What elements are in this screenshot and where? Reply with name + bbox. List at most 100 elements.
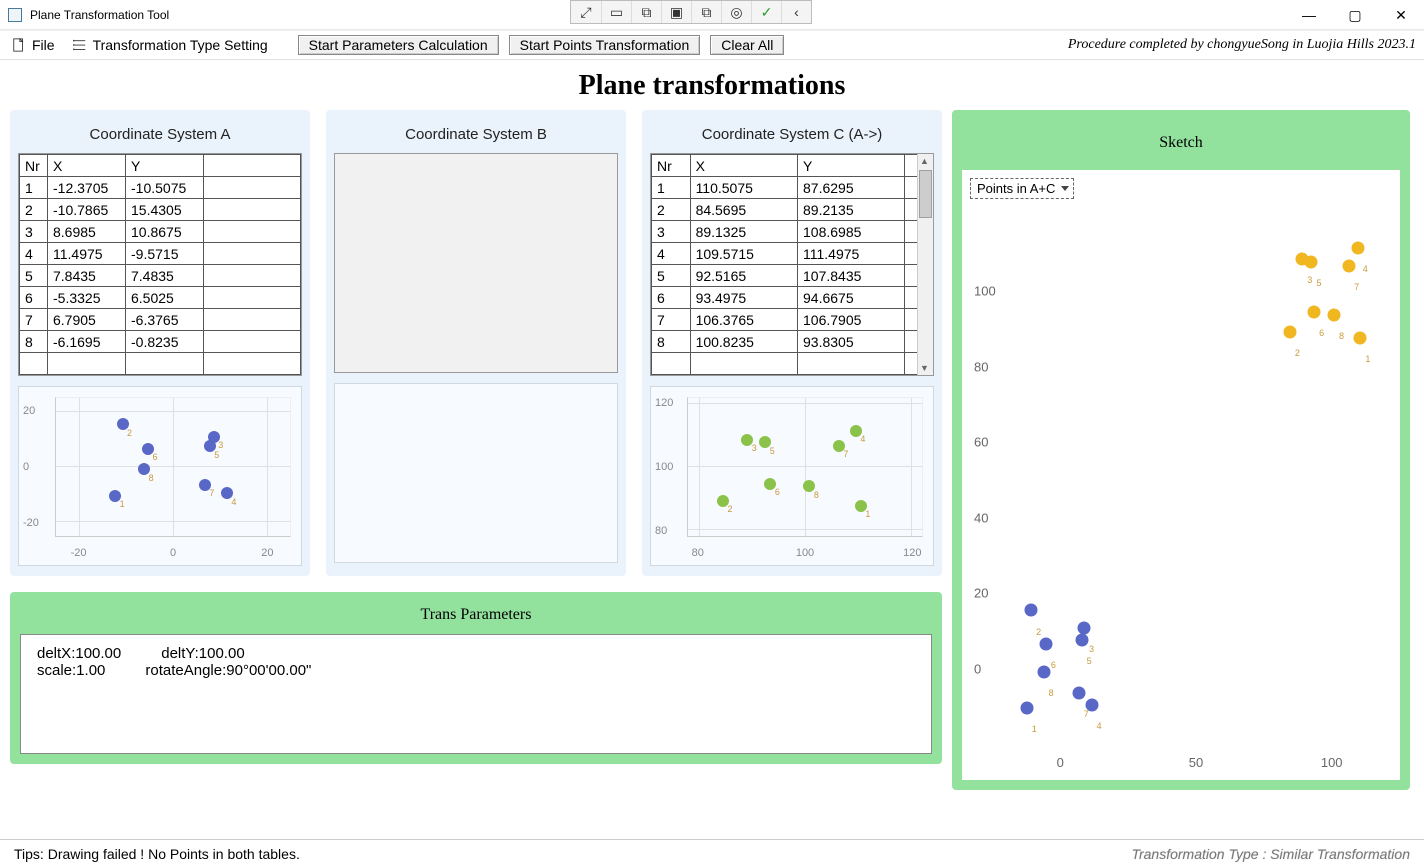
th-x: X <box>690 155 797 177</box>
file-icon <box>12 38 26 52</box>
th-nr: Nr <box>20 155 48 177</box>
table-row[interactable]: 1-12.3705-10.5075 <box>20 177 301 199</box>
cell-nr: 1 <box>20 177 48 199</box>
ide-overlay-toolbar: ⤢ ▭ ⧉ ▣ ⧉ ◎ ✓ ‹ <box>570 0 812 24</box>
table-row[interactable]: 2-10.786515.4305 <box>20 199 301 221</box>
minimize-button[interactable]: — <box>1286 0 1332 30</box>
data-point <box>1351 242 1364 255</box>
table-row-blank[interactable] <box>20 353 301 375</box>
sketch-dropdown[interactable]: Points in A+C <box>970 178 1074 199</box>
cell-y: 111.4975 <box>798 243 905 265</box>
cell-nr: 3 <box>652 221 691 243</box>
cell-nr: 7 <box>20 309 48 331</box>
data-point <box>1308 305 1321 318</box>
table-row[interactable]: 389.1325108.6985 <box>652 221 933 243</box>
data-point <box>1077 621 1090 634</box>
start-points-button[interactable]: Start Points Transformation <box>509 35 701 55</box>
page-title: Plane transformations <box>0 60 1424 110</box>
table-row[interactable]: 8100.823593.8305 <box>652 331 933 353</box>
sketch-plot: 1234567812345678 <box>1006 216 1386 744</box>
scale-text: scale:1.00 <box>37 662 105 679</box>
table-row[interactable]: 7106.3765106.7905 <box>652 309 933 331</box>
trans-params-title: Trans Parameters <box>20 602 932 634</box>
file-menu[interactable]: File <box>8 37 59 53</box>
mini-chart-b <box>334 383 618 563</box>
table-row[interactable]: 57.84357.4835 <box>20 265 301 287</box>
panel-c-title: Coordinate System C (A->) <box>702 118 882 153</box>
table-c[interactable]: Nr X Y 1110.507587.6295284.569589.213538… <box>650 153 934 376</box>
scrollbar[interactable] <box>917 154 933 375</box>
cell-x: -6.1695 <box>48 331 126 353</box>
transform-setting-label: Transformation Type Setting <box>93 37 268 53</box>
cell-nr: 6 <box>20 287 48 309</box>
table-a[interactable]: Nr X Y 1-12.3705-10.50752-10.786515.4305… <box>18 153 302 376</box>
trans-params-body: deltX:100.00 deltY:100.00 scale:1.00 rot… <box>20 634 932 754</box>
cell-x: 11.4975 <box>48 243 126 265</box>
cell-y: -10.5075 <box>126 177 204 199</box>
overlay-icon[interactable]: ⤢ <box>571 1 601 23</box>
table-row[interactable]: 1110.507587.6295 <box>652 177 933 199</box>
table-row[interactable]: 4109.5715111.4975 <box>652 243 933 265</box>
th-y: Y <box>126 155 204 177</box>
credit-text: Procedure completed by chongyueSong in L… <box>1068 37 1416 53</box>
clear-all-label: Clear All <box>721 37 773 53</box>
overlay-icon[interactable]: ⧉ <box>691 1 721 23</box>
overlay-icon[interactable]: ◎ <box>721 1 751 23</box>
cell-blank <box>204 221 301 243</box>
deltx-text: deltX:100.00 <box>37 645 121 662</box>
panel-coord-b: Coordinate System B <box>326 110 626 576</box>
clear-all-button[interactable]: Clear All <box>710 35 784 55</box>
maximize-button[interactable]: ▢ <box>1332 0 1378 30</box>
table-row-blank[interactable] <box>652 353 933 375</box>
cell-x: -5.3325 <box>48 287 126 309</box>
rotate-text: rotateAngle:90°00'00.00" <box>145 662 311 679</box>
table-row[interactable]: 284.569589.2135 <box>652 199 933 221</box>
menu-bar: File Transformation Type Setting Start P… <box>0 30 1424 60</box>
cell-blank <box>204 177 301 199</box>
cell-x: 106.3765 <box>690 309 797 331</box>
panel-coord-c: Coordinate System C (A->) Nr X Y 1110.50… <box>642 110 942 576</box>
cell-y: 108.6985 <box>798 221 905 243</box>
table-row[interactable]: 8-6.1695-0.8235 <box>20 331 301 353</box>
transform-setting-menu[interactable]: Transformation Type Setting <box>69 37 272 53</box>
cell-y: -0.8235 <box>126 331 204 353</box>
panel-coord-a: Coordinate System A Nr X Y 1-12.3705-10.… <box>10 110 310 576</box>
status-transform-type: Transformation Type : Similar Transforma… <box>1131 846 1410 862</box>
table-row[interactable]: 38.698510.8675 <box>20 221 301 243</box>
panel-a-title: Coordinate System A <box>90 118 231 153</box>
cell-nr: 8 <box>20 331 48 353</box>
cell-x: 84.5695 <box>690 199 797 221</box>
table-row[interactable]: 693.497594.6675 <box>652 287 933 309</box>
trans-params-panel: Trans Parameters deltX:100.00 deltY:100.… <box>10 592 942 764</box>
close-button[interactable]: ✕ <box>1378 0 1424 30</box>
mini-chart-c: 123456788010012080100120 <box>650 386 934 566</box>
cell-blank <box>204 309 301 331</box>
overlay-icon[interactable]: ▣ <box>661 1 691 23</box>
cell-blank <box>204 199 301 221</box>
table-row[interactable]: 6-5.33256.5025 <box>20 287 301 309</box>
table-row[interactable]: 592.5165107.8435 <box>652 265 933 287</box>
table-row[interactable]: 411.4975-9.5715 <box>20 243 301 265</box>
mini-chart-a: 12345678-20020-20020 <box>18 386 302 566</box>
sketch-dropdown-value: Points in A+C <box>977 181 1055 196</box>
table-row[interactable]: 76.7905-6.3765 <box>20 309 301 331</box>
data-point <box>1283 326 1296 339</box>
scroll-thumb[interactable] <box>919 170 932 218</box>
cell-nr: 7 <box>652 309 691 331</box>
status-bar: Tips: Drawing failed ! No Points in both… <box>0 839 1424 867</box>
overlay-icon[interactable]: ⧉ <box>631 1 661 23</box>
table-b-empty[interactable] <box>334 153 618 373</box>
cell-nr: 3 <box>20 221 48 243</box>
cell-nr: 2 <box>652 199 691 221</box>
data-point <box>1327 308 1340 321</box>
start-params-button[interactable]: Start Parameters Calculation <box>298 35 499 55</box>
data-point <box>1039 638 1052 651</box>
data-point <box>1037 665 1050 678</box>
overlay-check-icon[interactable]: ✓ <box>751 1 781 23</box>
data-point <box>1020 702 1033 715</box>
cell-x: 7.8435 <box>48 265 126 287</box>
overlay-icon[interactable]: ▭ <box>601 1 631 23</box>
cell-x: -10.7865 <box>48 199 126 221</box>
overlay-collapse-icon[interactable]: ‹ <box>781 1 811 23</box>
cell-blank <box>204 331 301 353</box>
